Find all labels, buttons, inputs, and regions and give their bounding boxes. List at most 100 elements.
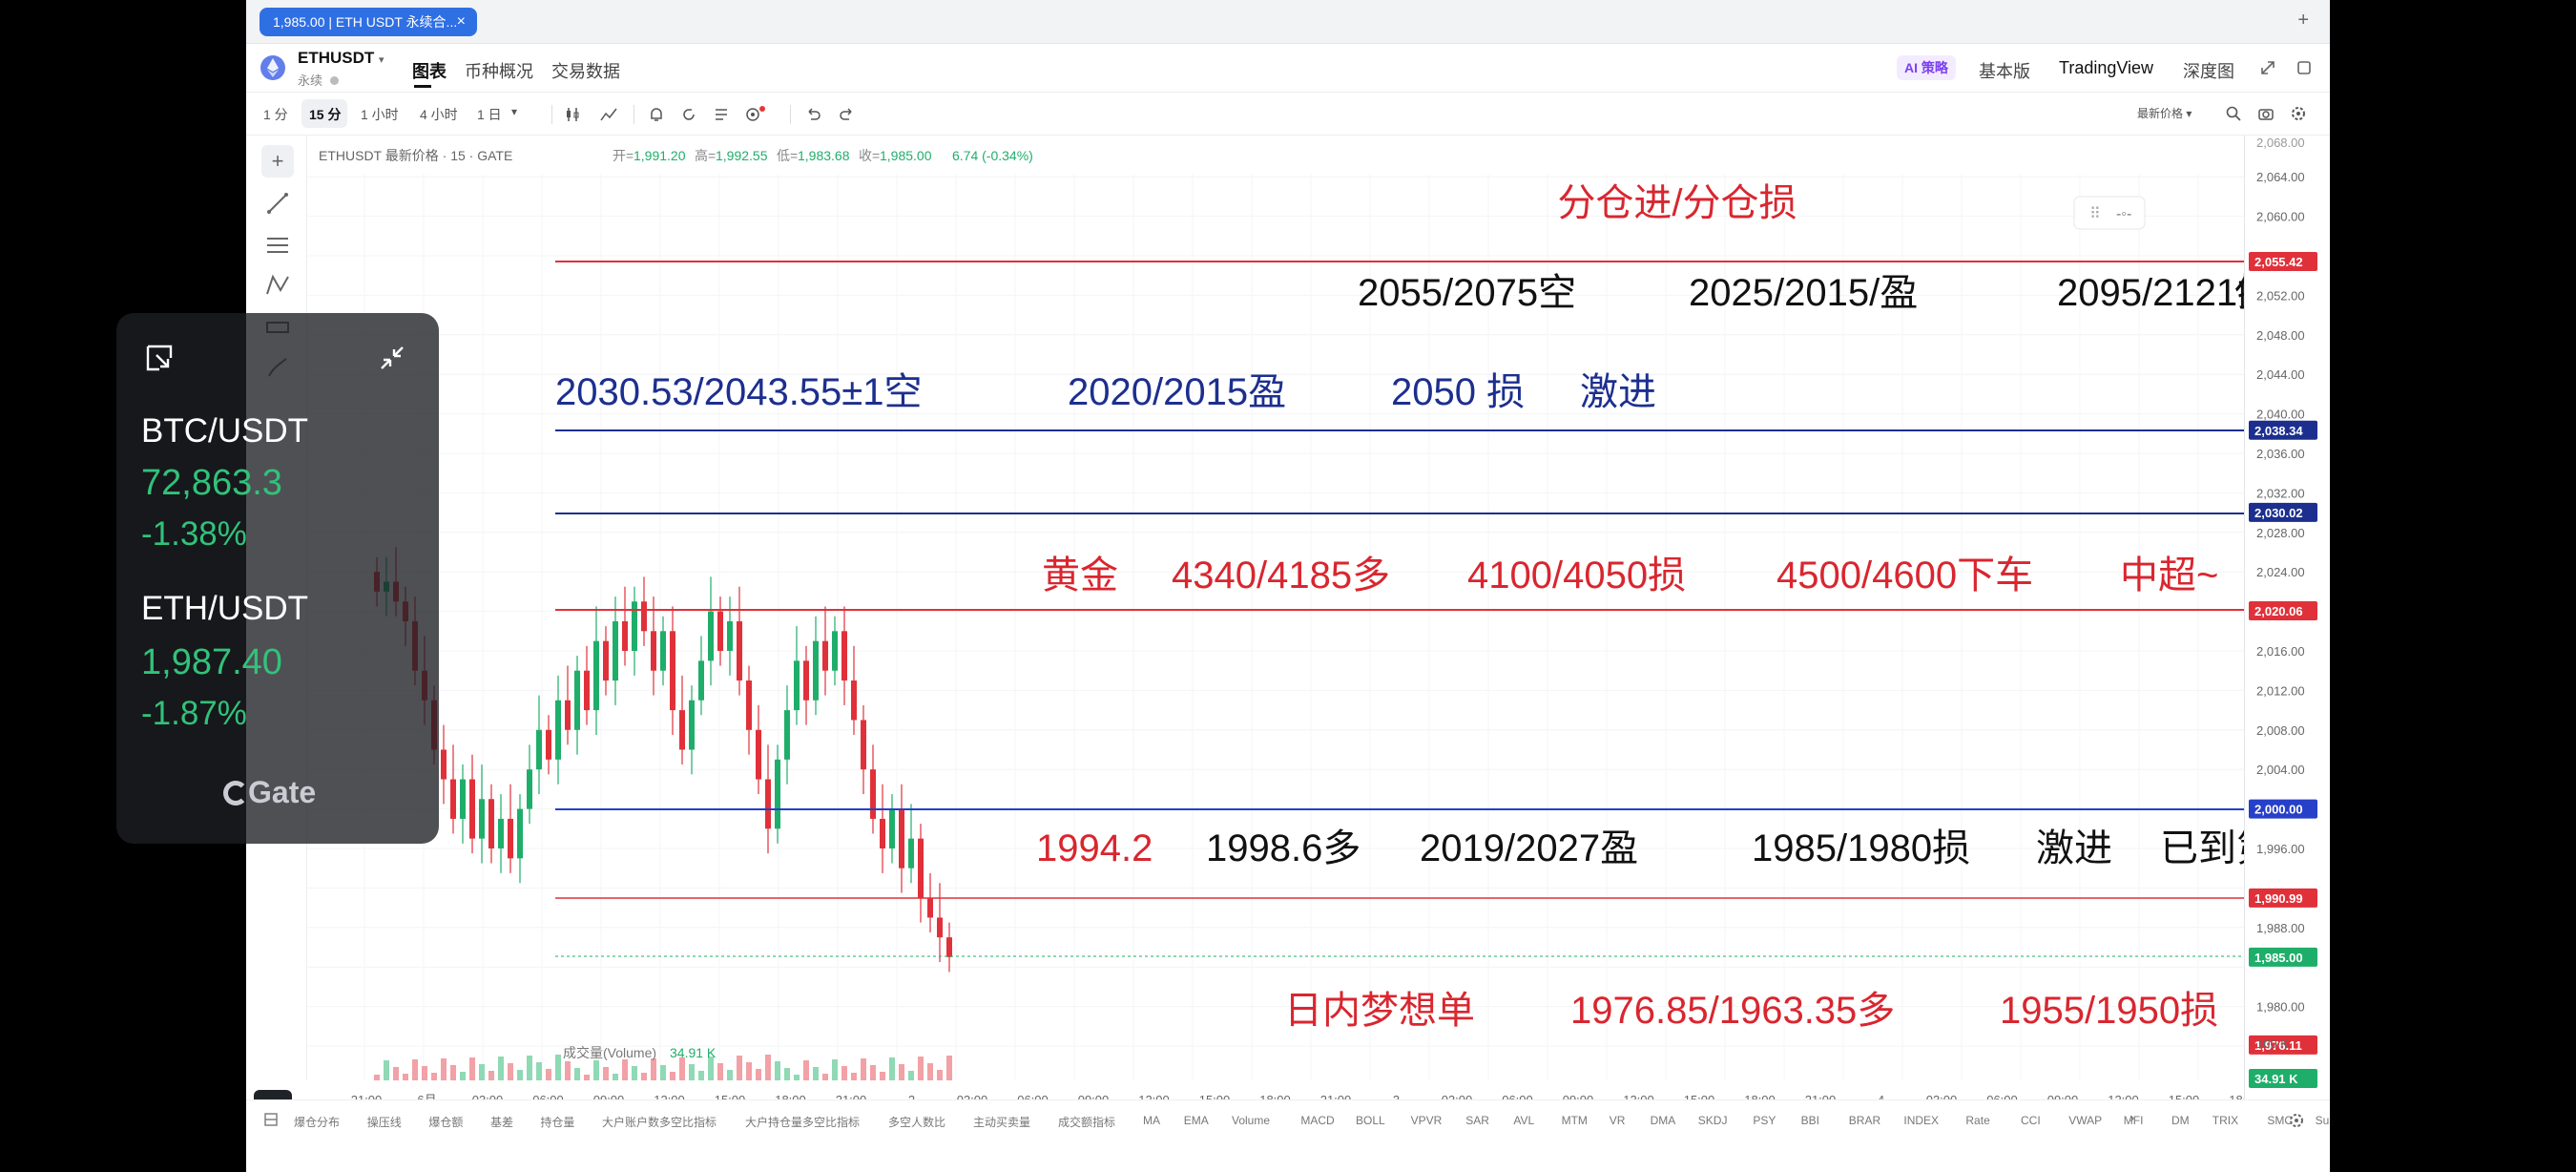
search-icon[interactable]: [2225, 105, 2242, 122]
fullscreen-icon[interactable]: [2296, 59, 2313, 76]
template-icon[interactable]: [712, 105, 731, 124]
indicator-item[interactable]: DMA: [1651, 1114, 1676, 1127]
symbol-selector[interactable]: ETHUSDT ▾: [298, 49, 384, 68]
indicator-item[interactable]: BOLL: [1356, 1114, 1385, 1127]
alert-bell-icon[interactable]: [647, 105, 666, 124]
indicator-item[interactable]: INDEX: [1903, 1114, 1939, 1127]
candle-body: [946, 937, 952, 957]
price-badge-label: 1,990.99: [2254, 891, 2303, 906]
volume-legend: 成交量(Volume) 34.91 K: [563, 1045, 717, 1060]
gear-icon[interactable]: [2290, 105, 2307, 122]
indicator-item[interactable]: MACD: [1300, 1114, 1334, 1127]
pip-icon[interactable]: [143, 342, 176, 374]
price-tick-label: 2,008.00: [2256, 723, 2305, 738]
indicator-item[interactable]: TRIX: [2212, 1114, 2238, 1127]
indicator-item[interactable]: Rate: [1965, 1114, 1989, 1127]
interval-15m[interactable]: 15 分: [309, 105, 341, 124]
indicator-item[interactable]: SuperTrendPro: [2316, 1114, 2330, 1127]
legend-change: 6.74 (-0.34%): [952, 148, 1033, 163]
indicator-item[interactable]: Volume: [1232, 1114, 1270, 1127]
candle-type-icon[interactable]: [563, 105, 582, 124]
depth-chart-button[interactable]: 深度图: [2183, 58, 2234, 83]
tab-trade-data[interactable]: 交易数据: [551, 58, 620, 83]
volume-bar: [784, 1068, 790, 1080]
price-axis[interactable]: 2,064.00 2,060.00 2,052.00 2,048.00 2,044.00…: [2244, 136, 2330, 1099]
volume-bar: [756, 1069, 761, 1080]
chevron-right-icon[interactable]: ›: [2129, 1110, 2134, 1127]
interval-4h[interactable]: 4 小时: [420, 105, 458, 124]
indicator-item[interactable]: PSY: [1753, 1114, 1776, 1127]
candle-body: [880, 818, 885, 848]
tab-chart[interactable]: 图表: [412, 58, 447, 83]
volume-bar: [651, 1058, 656, 1080]
indicator-item[interactable]: SKDJ: [1698, 1114, 1728, 1127]
pair-price: 1,987.40: [141, 642, 282, 682]
redo-icon[interactable]: [838, 105, 857, 124]
undo-icon[interactable]: [803, 105, 822, 124]
indicator-item[interactable]: 操压线: [367, 1114, 402, 1130]
settings-icon[interactable]: [742, 103, 767, 126]
indicator-item[interactable]: 成交额指标: [1058, 1114, 1115, 1130]
indicator-item[interactable]: 基差: [490, 1114, 513, 1130]
collapse-icon[interactable]: [376, 342, 408, 374]
legend-open: 1,991.20: [634, 148, 686, 163]
volume-bar: [431, 1073, 437, 1080]
indicators-icon[interactable]: [599, 105, 618, 124]
indicator-item[interactable]: SAR: [1465, 1114, 1489, 1127]
indicator-item[interactable]: VR: [1610, 1114, 1626, 1127]
indicator-item[interactable]: 爆仓额: [428, 1114, 463, 1130]
price-chart[interactable]: 分仓进/分仓损 2055/2075空 2025/2015/盈 2095/2121…: [307, 136, 2330, 1088]
crosshair-icon[interactable]: +: [261, 145, 294, 178]
indicator-item[interactable]: BRAR: [1849, 1114, 1880, 1127]
indicator-item[interactable]: MA: [1143, 1114, 1160, 1127]
trend-line-icon[interactable]: [261, 187, 294, 220]
indicator-item[interactable]: 多空人数比: [888, 1114, 945, 1130]
candle-body: [832, 631, 838, 671]
ohlc-legend: ETHUSDT 最新价格 · 15 · GATE 开= 1,991.20 高= …: [319, 148, 1033, 163]
volume-bar: [403, 1074, 408, 1080]
indicator-item[interactable]: DM: [2171, 1114, 2190, 1127]
new-tab-icon[interactable]: +: [2297, 10, 2309, 31]
parallel-lines-icon[interactable]: [261, 229, 294, 262]
annotation-text: 日内梦想单: [1284, 990, 1475, 1032]
price-source-select[interactable]: 最新价格 ▾: [2137, 105, 2192, 121]
indicator-item[interactable]: 持仓量: [540, 1114, 574, 1130]
indicator-item[interactable]: VPVR: [1411, 1114, 1443, 1127]
stage: 1,985.00 | ETH USDT 永续合... × + ETHUSDT ▾…: [0, 0, 2576, 1172]
expand-icon[interactable]: [2259, 59, 2276, 76]
tradingview-button[interactable]: TradingView: [2059, 58, 2153, 78]
price-tick-label: 2,032.00: [2256, 486, 2305, 500]
indicator-item[interactable]: BBI: [1801, 1114, 1819, 1127]
chevron-down-icon[interactable]: ▾: [511, 105, 517, 118]
interval-1m[interactable]: 1 分: [263, 105, 288, 124]
volume-bar: [393, 1067, 399, 1080]
indicator-item[interactable]: MTM: [1562, 1114, 1588, 1127]
browser-tab[interactable]: 1,985.00 | ETH USDT 永续合... ×: [260, 8, 477, 36]
camera-icon[interactable]: [2257, 105, 2275, 122]
indicator-item[interactable]: 大户账户数多空比指标: [602, 1114, 717, 1130]
indicator-item[interactable]: EMA: [1184, 1114, 1209, 1127]
annotation-text: 1955/1950损: [2000, 990, 2218, 1032]
indicator-item[interactable]: AVL: [1513, 1114, 1534, 1127]
close-icon[interactable]: ×: [457, 8, 466, 36]
indicator-item[interactable]: 主动买卖量: [973, 1114, 1030, 1130]
interval-1d[interactable]: 1 日: [477, 105, 502, 124]
pattern-icon[interactable]: [261, 269, 294, 302]
indicator-item[interactable]: CCI: [2021, 1114, 2041, 1127]
indicator-item[interactable]: 大户持仓量多空比指标: [745, 1114, 860, 1130]
ai-strategy-button[interactable]: AI 策略: [1897, 55, 1956, 80]
indicator-item[interactable]: 爆仓分布: [294, 1114, 340, 1130]
eth-logo-icon: [260, 55, 285, 80]
interval-1h[interactable]: 1 小时: [361, 105, 399, 124]
candle-body: [861, 720, 866, 770]
indicator-item[interactable]: VWAP: [2068, 1114, 2102, 1127]
price-tick-label: 2,024.00: [2256, 565, 2305, 579]
gear-icon[interactable]: [2288, 1112, 2305, 1129]
tab-overview[interactable]: 币种概况: [465, 58, 533, 83]
basic-view-button[interactable]: 基本版: [1979, 58, 2030, 83]
annotation-text: 保守: [2234, 272, 2244, 314]
annotation-text: 中超~: [2120, 555, 2218, 596]
replay-icon[interactable]: [679, 105, 698, 124]
layout-icon[interactable]: [263, 1112, 279, 1127]
chart-grid: [307, 174, 2244, 1080]
